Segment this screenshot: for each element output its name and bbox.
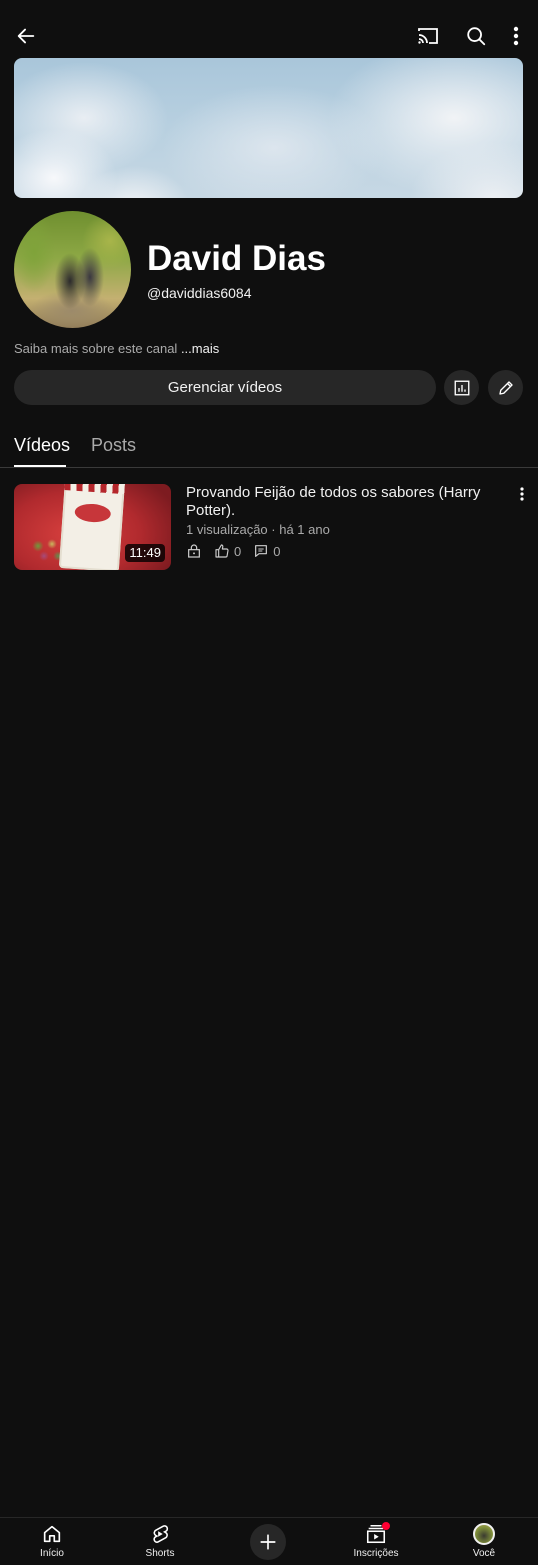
analytics-button[interactable] [444,370,479,405]
manage-videos-button[interactable]: Gerenciar vídeos [14,370,436,405]
edit-channel-button[interactable] [488,370,523,405]
nav-home-label: Início [40,1548,64,1559]
comments-value: 0 [273,543,281,559]
nav-shorts-label: Shorts [145,1548,175,1559]
video-duration: 11:49 [125,544,165,562]
nav-subscriptions[interactable]: Inscrições [331,1518,421,1565]
plus-icon [260,1534,276,1550]
channel-handle: @daviddias6084 [147,285,252,301]
video-more-icon[interactable] [510,484,534,504]
channel-banner [14,58,523,198]
nav-you[interactable]: Você [439,1518,529,1565]
channel-avatar[interactable] [14,211,131,328]
create-button[interactable] [250,1524,286,1560]
user-avatar-icon [473,1523,495,1545]
likes-count: 0 [214,543,241,559]
channel-name: David Dias [147,239,326,278]
analytics-icon [454,380,469,395]
box-logo [74,502,112,524]
notification-dot [382,1522,390,1530]
channel-about-link[interactable]: Saiba mais sobre este canal ...mais [14,340,219,358]
tab-videos[interactable]: Vídeos [14,434,70,456]
tabs-divider [0,467,538,468]
shorts-icon [153,1525,169,1543]
about-text: Saiba mais sobre este canal [14,341,181,356]
video-title[interactable]: Provando Feijão de todos os sabores (Har… [186,484,496,520]
comments-count: 0 [253,543,280,559]
cast-icon[interactable] [410,18,446,54]
lock-icon [188,544,200,558]
nav-subscriptions-label: Inscrições [353,1548,399,1559]
video-thumbnail[interactable]: 11:49 [14,484,171,570]
about-more: ...mais [180,341,220,356]
pencil-icon [498,380,513,395]
candy-box [58,484,126,570]
likes-value: 0 [234,543,242,559]
tab-posts[interactable]: Posts [91,434,136,456]
search-icon[interactable] [458,18,494,54]
nav-home[interactable]: Início [7,1518,97,1565]
box-stripes [64,484,126,495]
thumbs-up-icon [215,544,229,558]
nav-shorts[interactable]: Shorts [115,1518,205,1565]
more-vertical-icon[interactable] [502,18,530,54]
video-stats: 0 0 [186,543,286,559]
video-meta: 1 visualização · há 1 ano [186,522,330,537]
back-arrow-icon[interactable] [8,18,44,54]
home-icon [43,1525,61,1543]
bottom-navigation: Início Shorts Inscrições Você [0,1517,538,1565]
nav-you-label: Você [472,1548,496,1559]
comment-icon [255,545,268,557]
visibility-status[interactable] [186,543,202,559]
